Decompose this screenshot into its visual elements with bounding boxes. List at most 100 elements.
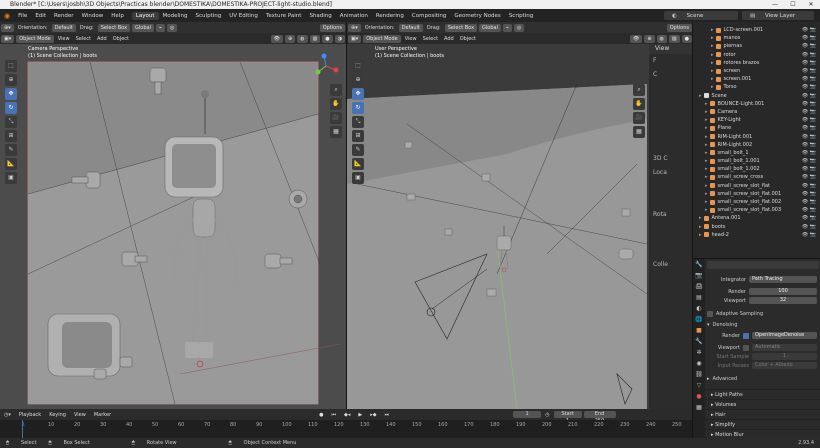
- viewport-left-scene[interactable]: [0, 44, 346, 409]
- drag-dropdown[interactable]: Select Box: [444, 23, 478, 32]
- jump-start-icon[interactable]: ⏮: [328, 412, 341, 418]
- next-key-icon[interactable]: ▸◆: [366, 412, 380, 418]
- visibility-icon[interactable]: 👁 📷: [802, 150, 816, 156]
- chevron-right-icon[interactable]: ▸: [705, 101, 708, 107]
- denoise-render-checkbox[interactable]: [743, 332, 749, 339]
- pan-hand-icon[interactable]: ✋: [633, 98, 645, 110]
- playhead[interactable]: [22, 420, 28, 438]
- xray-icon[interactable]: ▨: [668, 34, 680, 43]
- options-dropdown[interactable]: Options: [666, 23, 692, 32]
- outliner-row[interactable]: ▸ Plane 👁 📷: [693, 124, 820, 132]
- world-tab-icon[interactable]: 🌐: [693, 314, 705, 325]
- add-cube-tool-icon[interactable]: ▣: [352, 172, 364, 184]
- outliner-row[interactable]: ▸ Antena.001 👁 📷: [693, 214, 820, 222]
- transform-orientation-icon[interactable]: ⊕▾: [1, 23, 14, 32]
- outliner-row[interactable]: ▸ small_bolt_1.002 👁 📷: [693, 165, 820, 173]
- viewport-right[interactable]: ⊕▾ Orientation: Default Drag: Select Box…: [346, 22, 693, 409]
- visibility-icon[interactable]: 👁 📷: [802, 183, 816, 189]
- chevron-right-icon[interactable]: ▸: [711, 52, 714, 58]
- chevron-right-icon[interactable]: ▸: [705, 142, 708, 148]
- outliner[interactable]: ▸ LCD-screen.001 👁 📷 ▸ manos 👁 📷 ▸ piernas 👁 📷 ▸ r…: [692, 22, 820, 258]
- chevron-right-icon[interactable]: ▸: [705, 158, 708, 164]
- outliner-row[interactable]: ▸ BOUNCE-Light.001 👁 📷: [693, 100, 820, 108]
- outliner-row[interactable]: ▸ small_bolt_1 👁 📷: [693, 149, 820, 157]
- chevron-right-icon[interactable]: ▸: [711, 43, 714, 49]
- tab-animation[interactable]: Animation: [336, 12, 372, 20]
- viewport-samples-field[interactable]: 32: [749, 297, 817, 304]
- view-layer-tab-icon[interactable]: ▤: [693, 292, 705, 303]
- close-button[interactable]: ✕: [802, 0, 820, 9]
- visibility-icon[interactable]: 👁 📷: [802, 109, 816, 115]
- chevron-right-icon[interactable]: ▸: [707, 376, 710, 382]
- start-frame-field[interactable]: Start 1: [553, 411, 582, 424]
- tab-uv-editing[interactable]: UV Editing: [225, 12, 262, 20]
- chevron-right-icon[interactable]: ▸: [705, 117, 708, 123]
- visibility-icon[interactable]: 👁 📷: [802, 60, 816, 66]
- chevron-right-icon[interactable]: ▸: [711, 68, 714, 74]
- outliner-row[interactable]: ▸ RIM-Light.001 👁 📷: [693, 132, 820, 140]
- scene-selector[interactable]: ◐ Scene: [664, 11, 738, 20]
- constraints-tab-icon[interactable]: ⛓: [693, 369, 705, 380]
- orientation-dropdown[interactable]: Default: [51, 23, 76, 32]
- menu-render[interactable]: Render: [50, 13, 78, 19]
- chevron-right-icon[interactable]: ▸: [705, 150, 708, 156]
- panel-simplify[interactable]: ▸ Simplify: [705, 419, 820, 429]
- outliner-row[interactable]: ▸ Camera 👁 📷: [693, 108, 820, 116]
- camera-view-icon[interactable]: 🎥: [633, 112, 645, 124]
- scene-tab-icon[interactable]: ◐: [693, 303, 705, 314]
- chevron-right-icon[interactable]: ▸: [705, 109, 708, 115]
- menu-keying[interactable]: Keying: [45, 412, 70, 418]
- tab-layout[interactable]: Layout: [131, 11, 159, 20]
- current-frame-field[interactable]: 1: [513, 411, 542, 418]
- annotate-tool-icon[interactable]: ✎: [5, 144, 17, 156]
- tab-rendering[interactable]: Rendering: [372, 12, 408, 20]
- outliner-row[interactable]: ▸ head-2 👁 📷: [693, 231, 820, 239]
- jump-end-icon[interactable]: ⏭: [381, 412, 394, 418]
- properties-search-icon[interactable]: [707, 261, 819, 269]
- prev-key-icon[interactable]: ◆◂: [340, 412, 354, 418]
- visibility-icon[interactable]: 👁 📷: [802, 76, 816, 82]
- visibility-icon[interactable]: 👁 📷: [802, 27, 816, 33]
- select-tool-icon[interactable]: ⬚: [352, 60, 364, 72]
- visibility-icon[interactable]: 👁 📷: [802, 174, 816, 180]
- visibility-icon[interactable]: 👁 📷: [802, 191, 816, 197]
- pivot-dropdown[interactable]: Global: [479, 23, 501, 32]
- tab-texture-paint[interactable]: Texture Paint: [262, 12, 306, 20]
- menu-object[interactable]: Object: [457, 36, 479, 42]
- chevron-right-icon[interactable]: ▸: [711, 27, 714, 33]
- tab-geometry-nodes[interactable]: Geometry Nodes: [450, 12, 504, 20]
- play-icon[interactable]: ▶: [354, 412, 366, 418]
- visibility-icon[interactable]: 👁 📷: [802, 224, 816, 230]
- menu-select[interactable]: Select: [420, 36, 441, 42]
- visibility-icon[interactable]: 👁 📷: [802, 215, 816, 221]
- input-passes-dropdown[interactable]: Color + Albedo: [752, 362, 817, 369]
- xray-icon[interactable]: ▨: [309, 34, 321, 43]
- move-tool-icon[interactable]: ✥: [352, 88, 364, 100]
- overlay-icon[interactable]: ◍: [656, 34, 667, 43]
- tab-shading[interactable]: Shading: [305, 12, 335, 20]
- chevron-right-icon[interactable]: ▸: [711, 35, 714, 41]
- ortho-grid-icon[interactable]: ▦: [633, 126, 645, 138]
- transform-orientation-icon[interactable]: ⊕▾: [348, 23, 361, 32]
- visibility-icon[interactable]: 👁 📷: [802, 93, 816, 99]
- maximize-button[interactable]: ☐: [784, 0, 802, 9]
- chevron-right-icon[interactable]: ▸: [711, 76, 714, 82]
- proportional-icon[interactable]: ◎: [167, 23, 178, 32]
- chevron-right-icon[interactable]: ▸: [705, 166, 708, 172]
- chevron-right-icon[interactable]: ▸: [705, 207, 708, 213]
- visibility-icon[interactable]: 👁 📷: [802, 232, 816, 238]
- chevron-right-icon[interactable]: ▸: [705, 199, 708, 205]
- render-samples-field[interactable]: 100: [749, 288, 817, 295]
- object-tab-icon[interactable]: ■: [693, 325, 705, 336]
- visibility-icon[interactable]: 👁 📷: [802, 142, 816, 148]
- outliner-row[interactable]: ▸ small_screw_slot_flat 👁 📷: [693, 182, 820, 190]
- outliner-row[interactable]: ▸ rotores brazos 👁 📷: [693, 59, 820, 67]
- outliner-row[interactable]: ▸ piernas 👁 📷: [693, 42, 820, 50]
- chevron-right-icon[interactable]: ▸: [699, 215, 702, 221]
- visibility-icon[interactable]: 👁 📷: [802, 43, 816, 49]
- gizmo-icon[interactable]: ⊕: [284, 34, 296, 43]
- menu-marker[interactable]: Marker: [90, 412, 115, 418]
- end-frame-field[interactable]: End 250: [583, 411, 616, 424]
- pivot-dropdown[interactable]: Global: [132, 23, 154, 32]
- scale-tool-icon[interactable]: ⤡: [352, 116, 364, 128]
